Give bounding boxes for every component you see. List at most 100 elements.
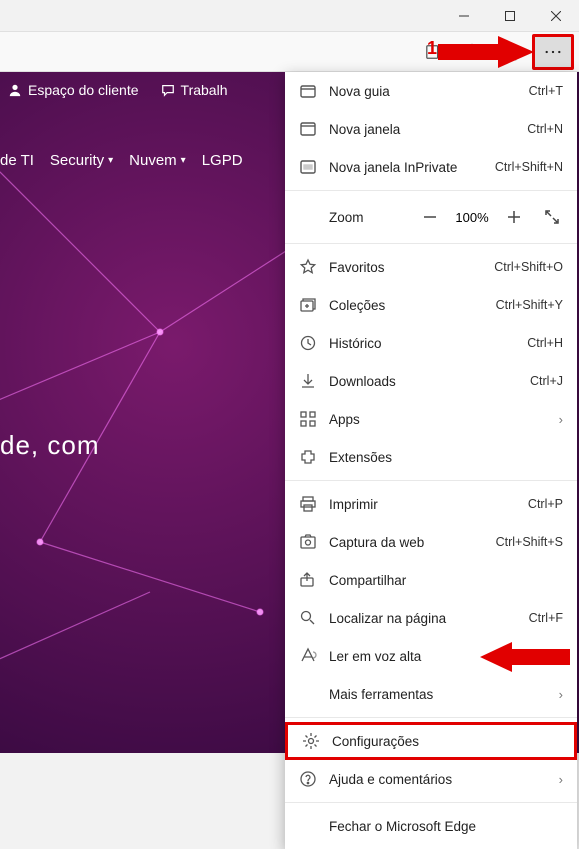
menu-separator bbox=[285, 480, 577, 481]
menu-shortcut: Ctrl+Shift+Y bbox=[496, 298, 563, 312]
zoom-in-button[interactable] bbox=[495, 199, 533, 235]
menu-label: Nova janela InPrivate bbox=[329, 160, 483, 175]
menu-settings[interactable]: Configurações bbox=[285, 722, 577, 760]
menu-help[interactable]: Ajuda e comentários › bbox=[285, 760, 577, 798]
help-icon bbox=[299, 770, 317, 788]
web-capture-icon bbox=[299, 533, 317, 551]
zoom-label: Zoom bbox=[329, 210, 411, 225]
nav-lgpd-label: LGPD bbox=[202, 152, 243, 169]
menu-label: Captura da web bbox=[329, 535, 484, 550]
menu-close-edge[interactable]: Fechar o Microsoft Edge bbox=[285, 807, 577, 845]
gear-icon bbox=[302, 732, 320, 750]
menu-label: Favoritos bbox=[329, 260, 482, 275]
history-icon bbox=[299, 334, 317, 352]
chevron-down-icon: ▾ bbox=[108, 155, 113, 166]
menu-find[interactable]: Localizar na página Ctrl+F bbox=[285, 599, 577, 637]
site-top-nav: Espaço do cliente Trabalh bbox=[0, 82, 227, 98]
menu-read-aloud[interactable]: Ler em voz alta Ctrl+Shift+U bbox=[285, 637, 577, 675]
menu-collections[interactable]: Coleções Ctrl+Shift+Y bbox=[285, 286, 577, 324]
menu-shortcut: Ctrl+P bbox=[528, 497, 563, 511]
menu-shortcut: Ctrl+Shift+S bbox=[496, 535, 563, 549]
menu-apps[interactable]: Apps › bbox=[285, 400, 577, 438]
menu-label: Fechar o Microsoft Edge bbox=[329, 819, 563, 834]
menu-label: Extensões bbox=[329, 450, 563, 465]
browser-toolbar: 1 bbox=[0, 32, 579, 72]
new-tab-icon bbox=[299, 82, 317, 100]
chevron-down-icon: ▾ bbox=[181, 155, 186, 166]
print-icon bbox=[299, 495, 317, 513]
apps-icon bbox=[299, 410, 317, 428]
menu-web-capture[interactable]: Captura da web Ctrl+Shift+S bbox=[285, 523, 577, 561]
menu-label: Coleções bbox=[329, 298, 484, 313]
menu-shortcut: Ctrl+Shift+O bbox=[494, 260, 563, 274]
zoom-out-button[interactable] bbox=[411, 199, 449, 235]
nav-cloud[interactable]: Nuvem▾ bbox=[129, 152, 186, 169]
menu-downloads[interactable]: Downloads Ctrl+J bbox=[285, 362, 577, 400]
menu-label: Nova janela bbox=[329, 122, 515, 137]
download-icon bbox=[299, 372, 317, 390]
more-button[interactable] bbox=[535, 37, 571, 67]
menu-shortcut: Ctrl+F bbox=[529, 611, 563, 625]
menu-label: Configurações bbox=[332, 734, 560, 749]
settings-menu: Nova guia Ctrl+T Nova janela Ctrl+N Nova… bbox=[285, 72, 577, 849]
menu-more-tools[interactable]: Mais ferramentas › bbox=[285, 675, 577, 713]
menu-label: Histórico bbox=[329, 336, 515, 351]
work-link[interactable]: Trabalh bbox=[161, 82, 228, 98]
chevron-right-icon: › bbox=[559, 687, 563, 702]
inprivate-icon bbox=[299, 158, 317, 176]
minimize-button[interactable] bbox=[441, 0, 487, 32]
chat-icon bbox=[161, 83, 175, 97]
chevron-right-icon: › bbox=[559, 772, 563, 787]
new-window-icon bbox=[299, 120, 317, 138]
menu-label: Apps bbox=[329, 412, 547, 427]
fullscreen-button[interactable] bbox=[533, 199, 571, 235]
menu-shortcut: Ctrl+H bbox=[527, 336, 563, 350]
menu-shortcut: Ctrl+Shift+U bbox=[495, 649, 563, 663]
menu-separator bbox=[285, 717, 577, 718]
menu-print[interactable]: Imprimir Ctrl+P bbox=[285, 485, 577, 523]
close-window-button[interactable] bbox=[533, 0, 579, 32]
menu-separator bbox=[285, 802, 577, 803]
nav-it-label: de TI bbox=[0, 152, 34, 169]
share-icon bbox=[299, 571, 317, 589]
add-favorite-icon[interactable] bbox=[456, 36, 488, 68]
menu-new-window[interactable]: Nova janela Ctrl+N bbox=[285, 110, 577, 148]
menu-new-inprivate[interactable]: Nova janela InPrivate Ctrl+Shift+N bbox=[285, 148, 577, 186]
star-icon bbox=[299, 258, 317, 276]
window-titlebar bbox=[0, 0, 579, 32]
menu-label: Compartilhar bbox=[329, 573, 563, 588]
hero-text-fragment: de, com bbox=[0, 430, 100, 461]
menu-shortcut: Ctrl+T bbox=[529, 84, 563, 98]
maximize-button[interactable] bbox=[487, 0, 533, 32]
menu-label: Localizar na página bbox=[329, 611, 517, 626]
menu-extensions[interactable]: Extensões bbox=[285, 438, 577, 476]
menu-share[interactable]: Compartilhar bbox=[285, 561, 577, 599]
annotation-number-2: 2 bbox=[556, 647, 566, 668]
menu-label: Mais ferramentas bbox=[329, 687, 547, 702]
menu-label: Nova guia bbox=[329, 84, 517, 99]
menu-label: Downloads bbox=[329, 374, 518, 389]
client-area-label: Espaço do cliente bbox=[28, 82, 139, 98]
menu-shortcut: Ctrl+Shift+N bbox=[495, 160, 563, 174]
nav-it[interactable]: de TI bbox=[0, 152, 34, 169]
site-main-nav: de TI Security▾ Nuvem▾ LGPD bbox=[0, 152, 243, 169]
favorites-icon[interactable] bbox=[494, 36, 526, 68]
extensions-icon bbox=[299, 448, 317, 466]
collections-icon bbox=[299, 296, 317, 314]
more-button-highlight bbox=[532, 34, 574, 70]
client-area-link[interactable]: Espaço do cliente bbox=[8, 82, 139, 98]
blank-icon bbox=[299, 817, 317, 835]
menu-shortcut: Ctrl+J bbox=[530, 374, 563, 388]
find-icon bbox=[299, 609, 317, 627]
menu-separator bbox=[285, 243, 577, 244]
menu-label: Ajuda e comentários bbox=[329, 772, 547, 787]
menu-history[interactable]: Histórico Ctrl+H bbox=[285, 324, 577, 362]
menu-favorites[interactable]: Favoritos Ctrl+Shift+O bbox=[285, 248, 577, 286]
menu-new-tab[interactable]: Nova guia Ctrl+T bbox=[285, 72, 577, 110]
nav-security[interactable]: Security▾ bbox=[50, 152, 113, 169]
menu-label: Ler em voz alta bbox=[329, 649, 483, 664]
zoom-value: 100% bbox=[449, 210, 495, 225]
person-icon bbox=[8, 83, 22, 97]
menu-shortcut: Ctrl+N bbox=[527, 122, 563, 136]
nav-lgpd[interactable]: LGPD bbox=[202, 152, 243, 169]
